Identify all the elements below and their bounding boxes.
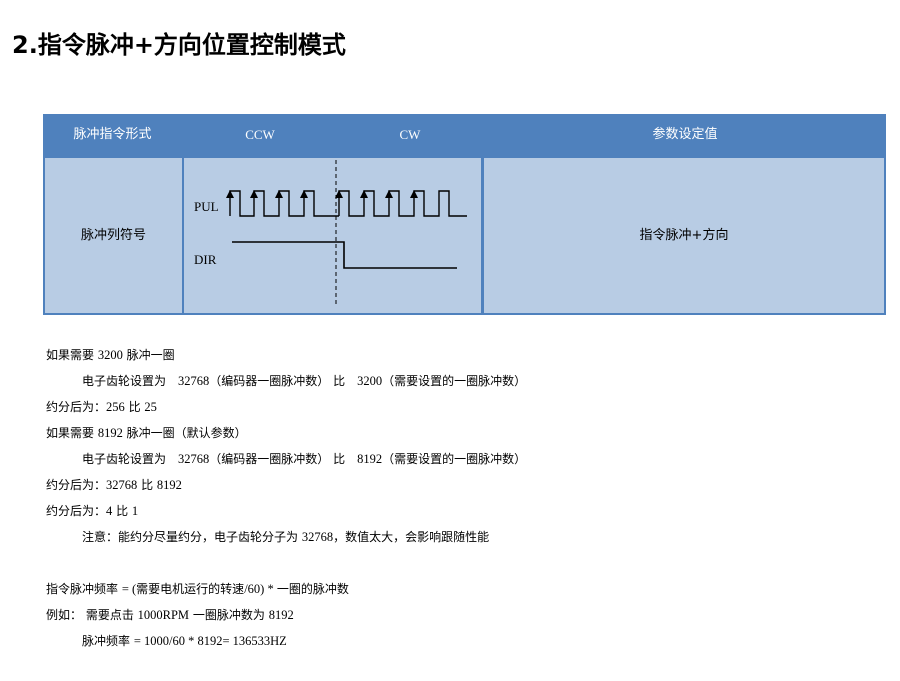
note-line-1: 如果需要 3200 脉冲一圈: [46, 348, 175, 362]
parameter-value: 指令脉冲+方向: [639, 228, 729, 243]
note-line-2: 电子齿轮设置为 32768（编码器一圈脉冲数） 比 3200（需要设置的一圈脉冲…: [82, 374, 527, 388]
header-pulse-format: 脉冲指令形式: [73, 127, 152, 142]
cell-parameter-value: 指令脉冲+方向: [484, 158, 884, 313]
dir-waveform: [232, 241, 457, 269]
note-line-11: 脉冲频率 = 1000/60 * 8192= 136533HZ: [82, 634, 287, 648]
header-ccw: CCW: [245, 127, 275, 142]
note-line-6: 约分后为：32768 比 8192: [46, 478, 182, 492]
cell-waveform: PUL DIR: [184, 158, 481, 313]
pul-waveform: [229, 190, 467, 217]
pulse-direction-waveform: PUL DIR: [194, 160, 467, 305]
header-cw: CW: [399, 127, 421, 142]
dir-signal-label: DIR: [194, 252, 217, 267]
note-line-9: 指令脉冲频率 = (需要电机运行的转速/60) * 一圈的脉冲数: [46, 582, 349, 596]
note-line-4: 如果需要 8192 脉冲一圈（默认参数）: [46, 426, 247, 440]
note-line-7: 约分后为：4 比 1: [46, 504, 139, 518]
pulse-mode-table: 脉冲指令形式 CCW CW 参数设定值 脉冲列符号 PUL DIR 指令脉冲+方…: [43, 114, 886, 315]
pulse-row-label: 脉冲列符号: [80, 228, 146, 243]
cell-pulse-row-label: 脉冲列符号: [45, 158, 182, 313]
note-line-8: 注意：能约分尽量约分，电子齿轮分子为 32768，数值太大，会影响跟随性能: [82, 530, 490, 544]
note-line-10: 例如： 需要点击 1000RPM 一圈脉冲数为 8192: [46, 608, 294, 622]
note-line-5: 电子齿轮设置为 32768（编码器一圈脉冲数） 比 8192（需要设置的一圈脉冲…: [82, 452, 527, 466]
pul-signal-label: PUL: [194, 199, 219, 214]
page-title: 2.指令脉冲+方向位置控制模式: [12, 31, 346, 59]
note-line-3: 约分后为：256 比 25: [46, 400, 157, 414]
header-parameter-setting: 参数设定值: [652, 127, 718, 142]
